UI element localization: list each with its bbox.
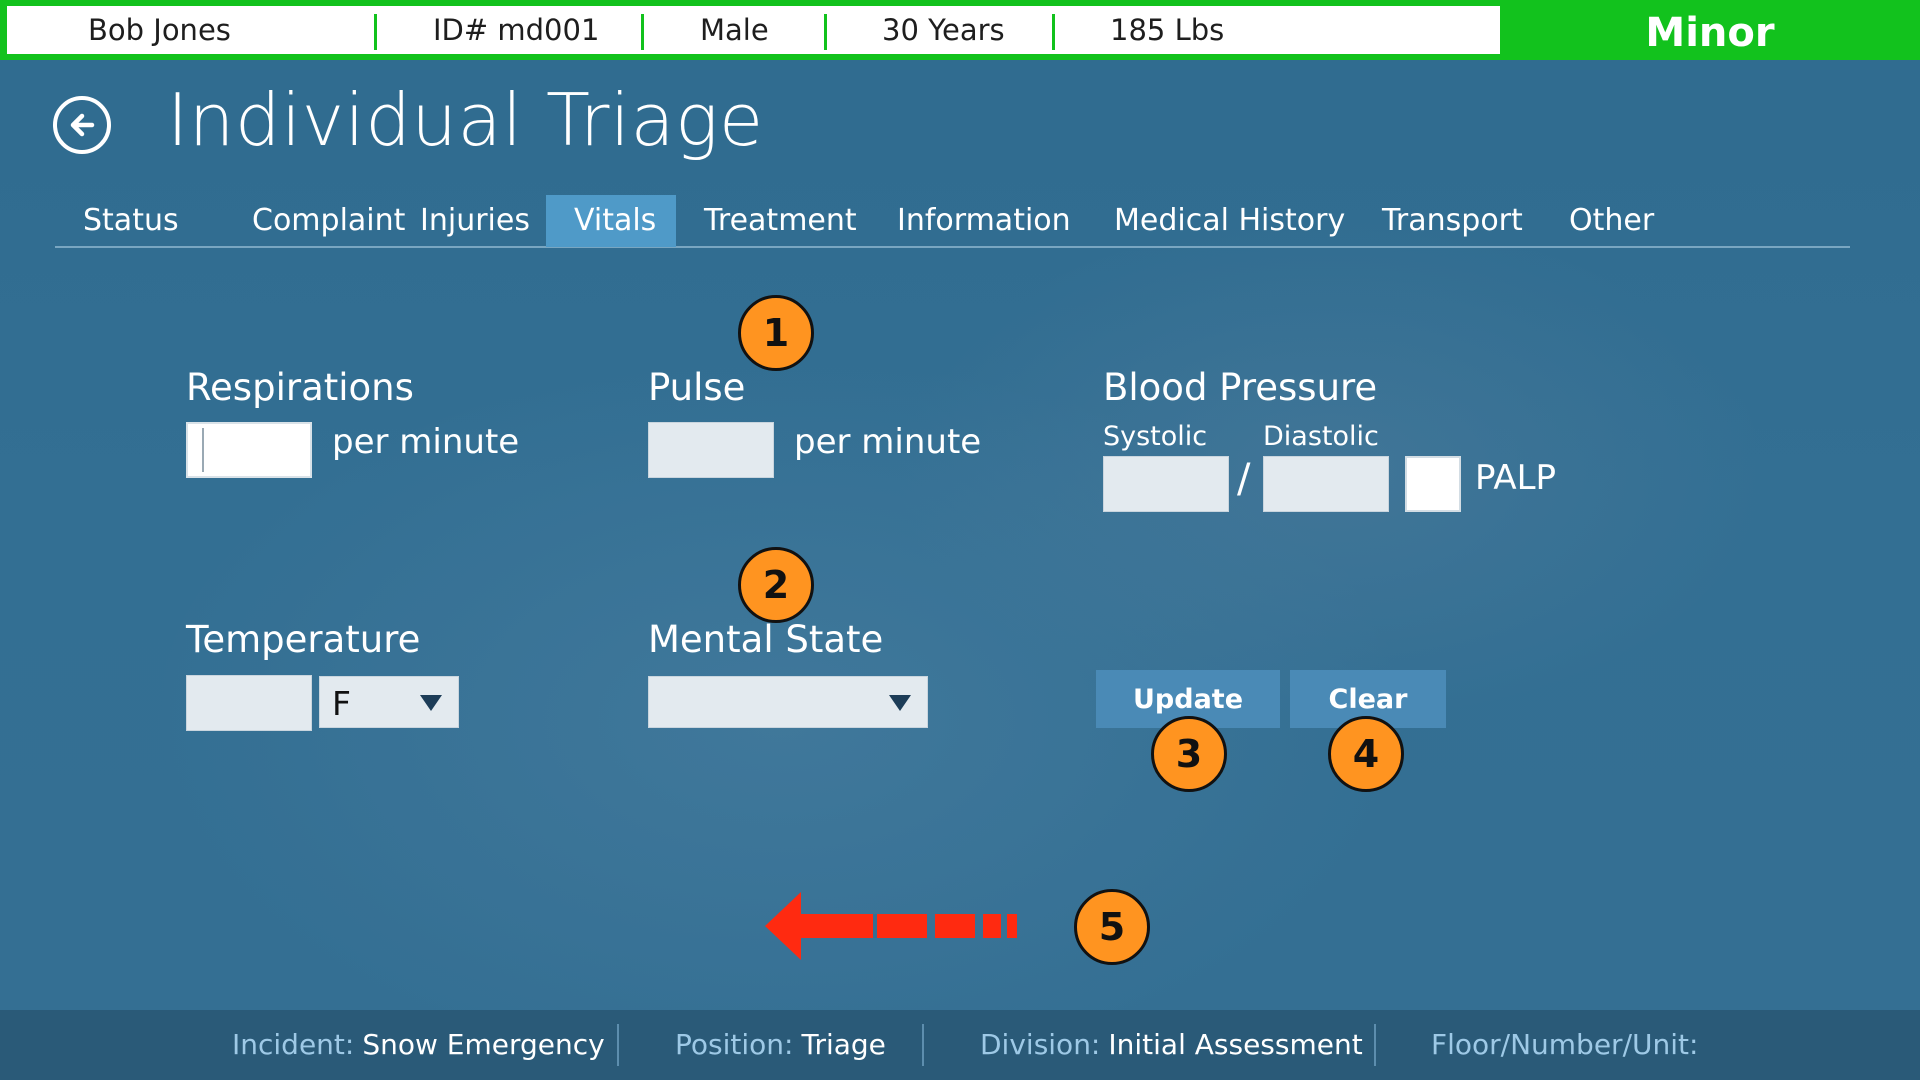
temperature-unit-dropdown[interactable]: F bbox=[319, 676, 459, 728]
tab-status[interactable]: Status bbox=[55, 195, 207, 247]
pulse-label: Pulse bbox=[648, 366, 746, 409]
annotation-marker-4: 4 bbox=[1328, 716, 1404, 792]
floor-info: Floor/Number/Unit: bbox=[1431, 1010, 1706, 1080]
tab-injuries[interactable]: Injuries bbox=[392, 195, 558, 247]
tab-vitals[interactable]: Vitals bbox=[546, 195, 676, 247]
annotation-marker-5: 5 bbox=[1074, 889, 1150, 965]
severity-badge: Minor bbox=[1645, 10, 1775, 56]
diastolic-input[interactable] bbox=[1263, 456, 1389, 512]
patient-sex: Male bbox=[700, 13, 769, 47]
patient-weight: 185 Lbs bbox=[1110, 13, 1225, 47]
annotation-marker-3: 3 bbox=[1151, 716, 1227, 792]
division-key: Division: bbox=[980, 1028, 1101, 1061]
pulse-input[interactable] bbox=[648, 422, 774, 478]
separator bbox=[824, 14, 827, 50]
separator bbox=[1052, 14, 1055, 50]
patient-bar: Bob Jones ID# md001 Male 30 Years 185 Lb… bbox=[0, 0, 1920, 60]
tab-transport[interactable]: Transport bbox=[1354, 195, 1551, 247]
annotation-marker-1: 1 bbox=[738, 295, 814, 371]
position-info: Position: Triage bbox=[675, 1010, 886, 1080]
palp-checkbox[interactable] bbox=[1405, 456, 1461, 512]
incident-value: Snow Emergency bbox=[362, 1028, 605, 1061]
patient-id: ID# md001 bbox=[433, 13, 600, 47]
tab-information[interactable]: Information bbox=[869, 195, 1099, 247]
patient-name: Bob Jones bbox=[88, 13, 231, 47]
separator bbox=[374, 14, 377, 50]
temperature-input[interactable] bbox=[186, 675, 312, 731]
separator bbox=[1374, 1024, 1376, 1066]
incident-key: Incident: bbox=[232, 1028, 355, 1061]
status-bar: Incident: Snow Emergency Position: Triage … bbox=[0, 1010, 1920, 1080]
temperature-label: Temperature bbox=[186, 618, 421, 661]
annotation-marker-2: 2 bbox=[738, 547, 814, 623]
bp-slash: / bbox=[1237, 456, 1251, 502]
incident-info: Incident: Snow Emergency bbox=[232, 1010, 605, 1080]
respirations-label: Respirations bbox=[186, 366, 414, 409]
tab-treatment[interactable]: Treatment bbox=[676, 195, 885, 247]
tab-bar: Status Complaint Injuries Vitals Treatme… bbox=[55, 195, 1850, 248]
separator bbox=[922, 1024, 924, 1066]
position-value: Triage bbox=[801, 1028, 886, 1061]
patient-info-strip: Bob Jones ID# md001 Male 30 Years 185 Lb… bbox=[7, 6, 1500, 54]
respirations-unit: per minute bbox=[332, 422, 520, 462]
floor-key: Floor/Number/Unit: bbox=[1431, 1028, 1699, 1061]
temperature-unit-value: F bbox=[332, 684, 351, 723]
respirations-input[interactable] bbox=[186, 422, 312, 478]
systolic-input[interactable] bbox=[1103, 456, 1229, 512]
mental-state-dropdown[interactable] bbox=[648, 676, 928, 728]
separator bbox=[617, 1024, 619, 1066]
division-info: Division: Initial Assessment bbox=[980, 1010, 1363, 1080]
swipe-left-arrow-icon bbox=[765, 890, 1085, 966]
blood-pressure-label: Blood Pressure bbox=[1103, 366, 1378, 409]
diastolic-label: Diastolic bbox=[1263, 421, 1379, 452]
back-button[interactable] bbox=[53, 96, 111, 154]
chevron-down-icon bbox=[889, 695, 911, 715]
position-key: Position: bbox=[675, 1028, 794, 1061]
palp-label: PALP bbox=[1475, 458, 1557, 498]
division-value: Initial Assessment bbox=[1108, 1028, 1363, 1061]
chevron-down-icon bbox=[420, 695, 442, 715]
patient-age: 30 Years bbox=[882, 13, 1005, 47]
separator bbox=[641, 14, 644, 50]
tab-medical-history[interactable]: Medical History bbox=[1086, 195, 1373, 247]
systolic-label: Systolic bbox=[1103, 421, 1208, 452]
page-title: Individual Triage bbox=[167, 78, 764, 162]
tab-other[interactable]: Other bbox=[1541, 195, 1682, 247]
pulse-unit: per minute bbox=[794, 422, 982, 462]
mental-state-label: Mental State bbox=[648, 618, 884, 661]
text-caret bbox=[202, 428, 204, 472]
